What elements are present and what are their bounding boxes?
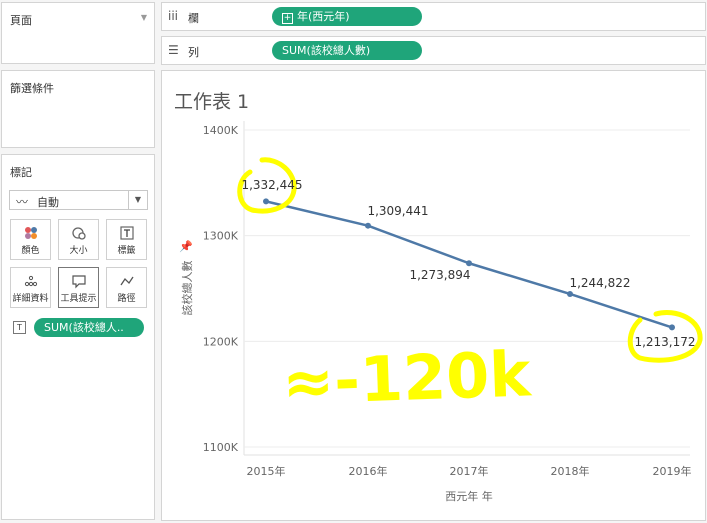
pages-panel: 頁面 ▼ — [1, 2, 155, 64]
sheet-title: 工作表 1 — [174, 91, 250, 113]
columns-label: 欄 — [188, 12, 199, 25]
label-label: 標籤 — [117, 246, 136, 256]
columns-pill[interactable]: + 年(西元年) — [272, 7, 422, 26]
size-icon — [59, 225, 98, 243]
marks-panel: 標記 〰 自動 ▼ 顏色 大小 標籤 詳細資料 工具提示 路徑 T SUM(該校… — [1, 154, 155, 520]
detail-button[interactable]: 詳細資料 — [10, 267, 51, 308]
line-mark-icon: 〰 — [16, 195, 29, 209]
mark-type-dropdown[interactable]: 〰 自動 ▼ — [9, 190, 148, 210]
columns-shelf[interactable]: iii 欄 + 年(西元年) — [161, 2, 706, 31]
columns-icon: iii — [168, 9, 179, 23]
rows-icon: ☰ — [168, 43, 179, 57]
rows-label: 列 — [188, 46, 199, 59]
mark-type-value: 自動 — [37, 196, 59, 209]
worksheet-view: 工作表 1 — [161, 70, 706, 521]
size-label: 大小 — [69, 246, 88, 256]
text-mark-icon: T — [13, 321, 26, 334]
color-button[interactable]: 顏色 — [10, 219, 51, 260]
columns-pill-text: 年(西元年) — [297, 10, 350, 23]
detail-dots-icon — [11, 273, 50, 291]
chevron-down-icon[interactable]: ▼ — [128, 191, 147, 209]
tooltip-field-pill[interactable]: SUM(該校總人.. — [34, 318, 144, 337]
rows-shelf[interactable]: ☰ 列 SUM(該校總人數) — [161, 36, 706, 65]
filters-panel[interactable]: 篩選條件 — [1, 70, 155, 148]
color-icon — [11, 225, 50, 243]
text-label-icon — [107, 225, 146, 243]
pages-title: 頁面 — [10, 14, 32, 27]
path-button[interactable]: 路徑 — [106, 267, 147, 308]
path-line-icon — [107, 273, 146, 291]
detail-label: 詳細資料 — [12, 294, 49, 304]
color-label: 顏色 — [21, 246, 40, 256]
path-label: 路徑 — [117, 294, 136, 304]
label-button[interactable]: 標籤 — [106, 219, 147, 260]
rows-pill[interactable]: SUM(該校總人數) — [272, 41, 422, 60]
expand-plus-icon[interactable]: + — [282, 13, 293, 24]
pages-dropdown-arrow-icon[interactable]: ▼ — [141, 13, 147, 22]
marks-title: 標記 — [10, 166, 32, 179]
tooltip-label: 工具提示 — [60, 294, 97, 304]
size-button[interactable]: 大小 — [58, 219, 99, 260]
tooltip-button[interactable]: 工具提示 — [58, 267, 99, 308]
tooltip-speech-icon — [59, 273, 98, 291]
filters-title: 篩選條件 — [10, 82, 54, 95]
